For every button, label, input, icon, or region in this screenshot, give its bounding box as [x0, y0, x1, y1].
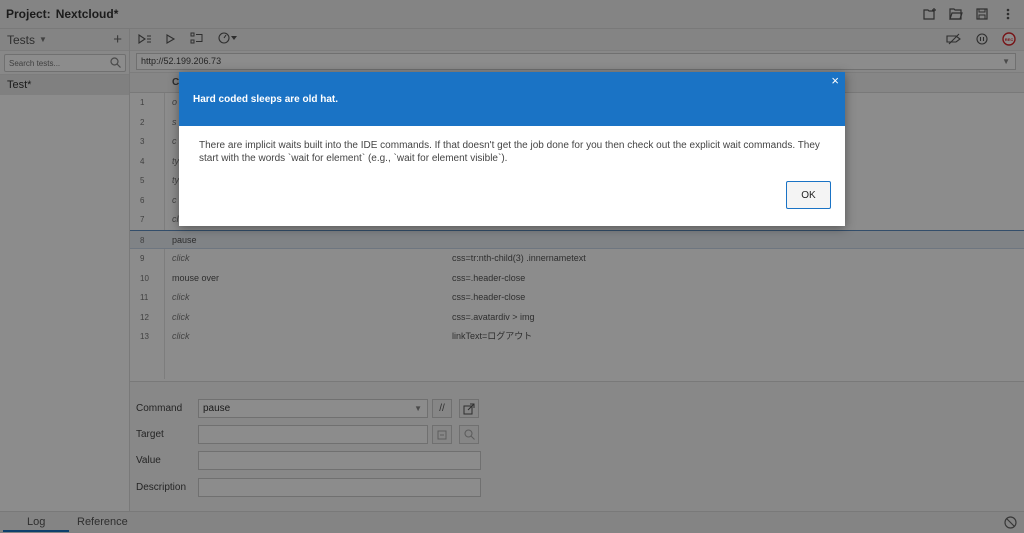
ok-button[interactable]: OK [786, 181, 831, 209]
close-icon[interactable]: × [831, 74, 839, 88]
dialog-title: Hard coded sleeps are old hat. [193, 94, 339, 105]
dialog-header: Hard coded sleeps are old hat. × [179, 72, 845, 126]
dialog-message: There are implicit waits built into the … [199, 140, 820, 164]
tip-dialog: Hard coded sleeps are old hat. × There a… [179, 72, 845, 226]
